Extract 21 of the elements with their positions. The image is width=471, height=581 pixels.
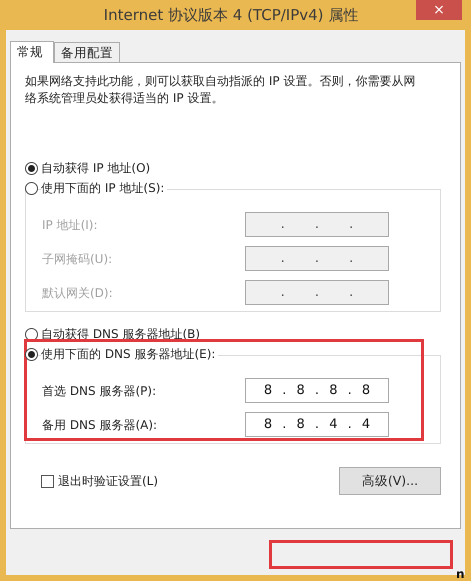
window-title: Internet 协议版本 4 (TCP/IPv4) 属性 <box>102 5 360 26</box>
ip-address-field[interactable]: 8 . 8 . 4 . 4 <box>245 412 389 437</box>
tab[interactable]: 常规 <box>10 41 54 63</box>
field-label: 备用 DNS 服务器(A): <box>42 416 158 434</box>
validate-checkbox[interactable] <box>41 474 54 488</box>
close-button[interactable]: × <box>416 0 462 20</box>
radio-label: 使用下面的 DNS 服务器地址(E): <box>41 345 218 363</box>
field-label: 子网掩码(U): <box>42 250 114 268</box>
radio-button[interactable] <box>25 182 38 194</box>
tab[interactable]: 备用配置 <box>54 42 120 62</box>
radio-button[interactable] <box>25 328 38 340</box>
radio-button[interactable] <box>25 348 38 360</box>
advanced-button[interactable]: 高级(V)... <box>339 467 441 495</box>
field-label: 首选 DNS 服务器(P): <box>42 382 158 400</box>
field-label: IP 地址(I): <box>42 216 99 234</box>
description-text: 如果网络支持此功能，则可以获取自动指派的 IP 设置。否则，你需要从网络系统管理员处获得适当的 IP 设置。 <box>25 73 416 107</box>
radio-label: 使用下面的 IP 地址(S): <box>41 179 168 197</box>
checkbox-label: 退出时验证设置(L) <box>58 473 158 490</box>
ip-address-field[interactable]: 8 . 8 . 8 . 8 <box>245 378 389 403</box>
radio-button[interactable] <box>25 162 38 174</box>
field-label: 默认网关(D): <box>42 284 114 302</box>
